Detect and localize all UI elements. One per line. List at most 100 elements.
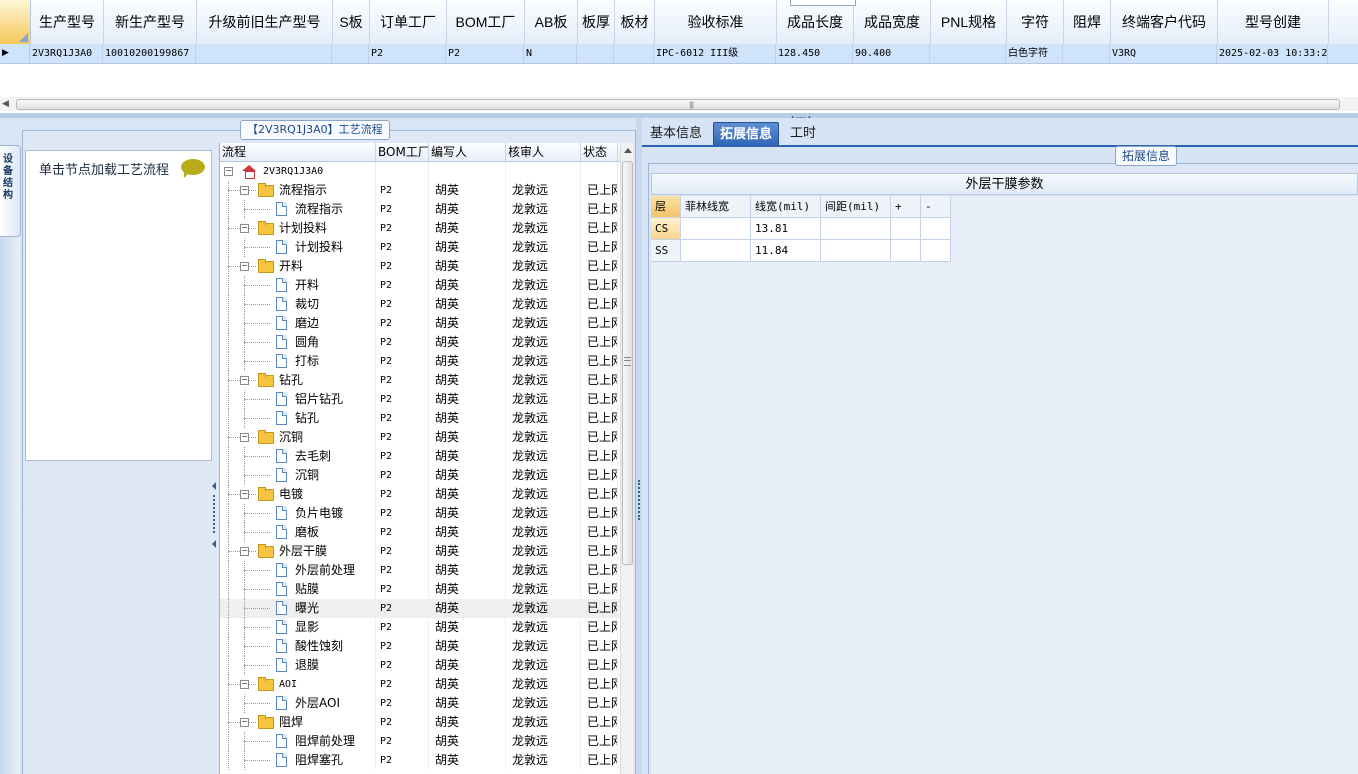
tab-extended-info[interactable]: 拓展信息	[713, 122, 780, 147]
collapse-handle[interactable]	[212, 480, 218, 550]
film-cell[interactable]	[921, 240, 951, 262]
tree-row[interactable]: 显影 P2胡英龙敦远已上网	[220, 618, 620, 637]
tree-row[interactable]: 打标 P2胡英龙敦远已上网	[220, 352, 620, 371]
film-cell[interactable]: 11.84	[751, 240, 821, 262]
tree-node[interactable]: 阻焊前处理	[220, 732, 376, 751]
tree-row[interactable]: 负片电镀 P2胡英龙敦远已上网	[220, 504, 620, 523]
film-cell[interactable]	[681, 240, 751, 262]
tree-node[interactable]: 钻孔	[220, 409, 376, 428]
film-cell[interactable]	[821, 218, 891, 240]
film-cell[interactable]	[921, 218, 951, 240]
tree-node[interactable]: 沉铜	[220, 466, 376, 485]
table-cell[interactable]	[196, 44, 332, 63]
table-cell[interactable]: 白色字符	[1006, 44, 1063, 63]
collapse-icon[interactable]: −	[240, 186, 249, 195]
scrollbar-thumb[interactable]	[622, 161, 633, 565]
tree-node[interactable]: 阻焊塞孔	[220, 751, 376, 770]
grid-tab-handle[interactable]	[790, 0, 856, 6]
tree-node[interactable]: 贴膜	[220, 580, 376, 599]
film-cell[interactable]	[821, 240, 891, 262]
tree-row[interactable]: 流程指示 P2胡英龙敦远已上网	[220, 200, 620, 219]
film-cell[interactable]	[891, 218, 921, 240]
tree-row[interactable]: − 外层干膜 P2胡英龙敦远已上网	[220, 542, 620, 561]
tree-node[interactable]: 酸性蚀刻	[220, 637, 376, 656]
table-cell[interactable]: V3RQ	[1110, 44, 1217, 63]
film-column-header[interactable]: +	[891, 196, 921, 218]
column-header[interactable]: 板材	[615, 0, 655, 44]
column-header[interactable]: 板厚	[578, 0, 615, 44]
film-column-header[interactable]: 层	[651, 196, 681, 218]
film-column-header[interactable]: 线宽(mil)	[751, 196, 821, 218]
horizontal-scrollbar[interactable]: ◀ |||	[0, 97, 1358, 111]
tree-node[interactable]: 计划投料	[220, 238, 376, 257]
collapse-icon[interactable]: −	[240, 680, 249, 689]
tree-row[interactable]: 贴膜 P2胡英龙敦远已上网	[220, 580, 620, 599]
scroll-up-icon[interactable]	[624, 148, 632, 153]
tree-row[interactable]: 钻孔 P2胡英龙敦远已上网	[220, 409, 620, 428]
collapse-icon[interactable]: −	[224, 167, 233, 176]
tree-column-header[interactable]: 核审人	[506, 143, 581, 161]
table-cell[interactable]: 128.450	[776, 44, 853, 63]
tree-row[interactable]: 裁切 P2胡英龙敦远已上网	[220, 295, 620, 314]
tree-node[interactable]: 负片电镀	[220, 504, 376, 523]
tree-row[interactable]: − 电镀 P2胡英龙敦远已上网	[220, 485, 620, 504]
collapse-left-icon[interactable]	[212, 482, 216, 490]
tree-row[interactable]: − 计划投料 P2胡英龙敦远已上网	[220, 219, 620, 238]
tree-row[interactable]: 沉铜 P2胡英龙敦远已上网	[220, 466, 620, 485]
table-cell[interactable]: 90.400	[853, 44, 930, 63]
tree-row[interactable]: 计划投料 P2胡英龙敦远已上网	[220, 238, 620, 257]
column-header[interactable]: 生产型号	[31, 0, 104, 44]
tree-row[interactable]: 退膜 P2胡英龙敦远已上网	[220, 656, 620, 675]
tree-node[interactable]: 外层AOI	[220, 694, 376, 713]
table-cell[interactable]	[614, 44, 654, 63]
table-cell[interactable]: 2025-02-03 10:33:24	[1217, 44, 1328, 63]
column-header[interactable]: S板	[333, 0, 370, 44]
film-column-header[interactable]: 间距(mil)	[821, 196, 891, 218]
column-header[interactable]: 新生产型号	[104, 0, 197, 44]
column-header[interactable]: 验收标准	[655, 0, 777, 44]
tree-node[interactable]: 退膜	[220, 656, 376, 675]
tree-row-selected[interactable]: 曝光 P2胡英龙敦远已上网	[220, 599, 620, 618]
tree-row[interactable]: 外层前处理 P2胡英龙敦远已上网	[220, 561, 620, 580]
film-table-row[interactable]: CS 13.81	[651, 218, 1358, 240]
collapse-icon[interactable]: −	[240, 547, 249, 556]
film-cell[interactable]: 13.81	[751, 218, 821, 240]
collapse-left-icon[interactable]	[212, 540, 216, 548]
tree-row[interactable]: 去毛刺 P2胡英龙敦远已上网	[220, 447, 620, 466]
table-cell[interactable]	[1063, 44, 1110, 63]
side-tab-equipment[interactable]: 设备结构	[0, 145, 21, 237]
tree-row[interactable]: 磨板 P2胡英龙敦远已上网	[220, 523, 620, 542]
tree-node[interactable]: − 计划投料	[220, 219, 376, 238]
tree-node[interactable]: − 2V3RQ1J3A0	[220, 162, 376, 181]
tree-row[interactable]: − 沉铜 P2胡英龙敦远已上网	[220, 428, 620, 447]
tree-row[interactable]: 外层AOI P2胡英龙敦远已上网	[220, 694, 620, 713]
table-cell[interactable]: P2	[446, 44, 524, 63]
tree-node[interactable]: − 电镀	[220, 485, 376, 504]
tree-node[interactable]: 外层前处理	[220, 561, 376, 580]
column-header[interactable]: BOM工厂	[447, 0, 525, 44]
table-cell[interactable]: P2	[369, 44, 446, 63]
tree-node[interactable]: − 流程指示	[220, 181, 376, 200]
collapse-icon[interactable]: −	[240, 433, 249, 442]
column-header[interactable]: 阻焊	[1064, 0, 1111, 44]
collapse-icon[interactable]: −	[240, 262, 249, 271]
tree-node[interactable]: − AOI	[220, 675, 376, 694]
film-column-header[interactable]: 菲林线宽	[681, 196, 751, 218]
tree-column-header[interactable]: 状态	[581, 143, 618, 161]
tree-node[interactable]: − 沉铜	[220, 428, 376, 447]
scrollbar-thumb[interactable]: |||	[16, 99, 1340, 110]
tree-row[interactable]: 阻焊塞孔 P2胡英龙敦远已上网	[220, 751, 620, 770]
column-header[interactable]: 成品宽度	[854, 0, 931, 44]
tree-row[interactable]: 酸性蚀刻 P2胡英龙敦远已上网	[220, 637, 620, 656]
column-header[interactable]: 升级前旧生产型号	[197, 0, 333, 44]
tree-row[interactable]: 阻焊前处理 P2胡英龙敦远已上网	[220, 732, 620, 751]
tree-row[interactable]: − AOI P2胡英龙敦远已上网	[220, 675, 620, 694]
tree-node[interactable]: − 阻焊	[220, 713, 376, 732]
tree-node[interactable]: 打标	[220, 352, 376, 371]
table-cell[interactable]	[577, 44, 614, 63]
collapse-icon[interactable]: −	[240, 376, 249, 385]
tree-node[interactable]: 圆角	[220, 333, 376, 352]
column-header[interactable]: 终端客户代码	[1111, 0, 1218, 44]
table-cell[interactable]	[332, 44, 369, 63]
collapse-icon[interactable]: −	[240, 224, 249, 233]
